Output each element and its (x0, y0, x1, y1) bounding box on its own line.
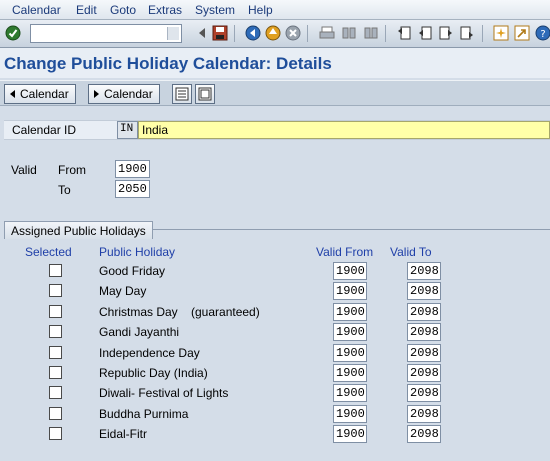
cancel-icon[interactable] (284, 24, 302, 42)
holiday-valid-to-field[interactable]: 2098 (407, 425, 441, 443)
enter-icon[interactable] (4, 24, 22, 42)
right-arrow-icon (94, 90, 99, 98)
holiday-valid-from-field[interactable]: 1900 (333, 323, 367, 341)
holiday-name: Good Friday (99, 264, 166, 278)
holiday-select-checkbox[interactable] (49, 325, 62, 338)
shortcut-icon[interactable] (513, 24, 531, 42)
holiday-name: Gandi Jayanthi (99, 325, 180, 339)
holiday-valid-from-field[interactable]: 1900 (333, 405, 367, 423)
holiday-select-checkbox[interactable] (49, 366, 62, 379)
menu-help[interactable]: Help (248, 3, 273, 17)
back-icon[interactable] (244, 24, 262, 42)
holiday-valid-to-field[interactable]: 2098 (407, 303, 441, 321)
svg-text:?: ? (540, 29, 545, 40)
calendar-id-label: Calendar ID (12, 123, 77, 137)
previous-calendar-label: Calendar (20, 87, 69, 101)
help-icon[interactable]: ? (534, 24, 550, 42)
holiday-valid-from-field[interactable]: 1900 (333, 262, 367, 280)
holiday-select-checkbox[interactable] (49, 407, 62, 420)
holiday-name: Buddha Purnima (99, 407, 189, 421)
holiday-name: Christmas Day (guaranteed) (99, 305, 260, 319)
holiday-valid-to-field[interactable]: 2098 (407, 405, 441, 423)
calendar-id-field[interactable]: IN (117, 121, 138, 139)
holiday-valid-to-field[interactable]: 2098 (407, 344, 441, 362)
page-title: Change Public Holiday Calendar: Details (4, 54, 332, 73)
holiday-name: Republic Day (India) (99, 366, 208, 380)
holiday-select-checkbox[interactable] (49, 284, 62, 297)
holiday-name: Independence Day (99, 346, 200, 360)
holiday-select-checkbox[interactable] (49, 264, 62, 277)
holiday-column-header: Public Holiday (99, 245, 176, 259)
to-label: To (58, 183, 71, 197)
menu-extras[interactable]: Extras (148, 3, 182, 17)
last-page-icon[interactable] (458, 24, 476, 42)
holiday-name: Diwali- Festival of Lights (99, 386, 229, 400)
group-title: Assigned Public Holidays (4, 221, 153, 239)
command-field[interactable] (30, 24, 182, 43)
holiday-valid-from-field[interactable]: 1900 (333, 344, 367, 362)
standard-toolbar: ? (0, 20, 550, 48)
create-session-icon[interactable] (492, 24, 510, 42)
holiday-valid-to-field[interactable]: 2098 (407, 262, 441, 280)
valid-from-column-header: Valid From (316, 245, 374, 259)
print-icon[interactable] (318, 24, 336, 42)
next-page-icon[interactable] (437, 24, 455, 42)
calendar-name-field[interactable]: India (138, 121, 550, 139)
holiday-valid-from-field[interactable]: 1900 (333, 364, 367, 382)
next-calendar-label: Calendar (104, 87, 153, 101)
holiday-select-checkbox[interactable] (49, 346, 62, 359)
menu-bar: Calendar Edit Goto Extras System Help (0, 0, 550, 20)
holiday-select-checkbox[interactable] (49, 305, 62, 318)
valid-from-field[interactable]: 1900 (115, 160, 150, 178)
first-page-icon[interactable] (395, 24, 413, 42)
valid-label: Valid (11, 163, 37, 177)
holiday-name: Eidal-Fitr (99, 427, 148, 441)
holiday-select-checkbox[interactable] (49, 386, 62, 399)
holiday-valid-to-field[interactable]: 2098 (407, 364, 441, 382)
holiday-valid-from-field[interactable]: 1900 (333, 282, 367, 300)
find-icon[interactable] (340, 24, 358, 42)
valid-to-column-header: Valid To (390, 245, 432, 259)
valid-to-field[interactable]: 2050 (115, 180, 150, 198)
menu-calendar[interactable]: Calendar (12, 3, 61, 17)
find-next-icon[interactable] (362, 24, 380, 42)
menu-goto[interactable]: Goto (110, 3, 136, 17)
previous-calendar-button[interactable]: Calendar (4, 84, 76, 104)
save-icon[interactable] (211, 24, 229, 42)
application-toolbar: Calendar Calendar (0, 80, 550, 106)
holiday-valid-from-field[interactable]: 1900 (333, 425, 367, 443)
next-calendar-button[interactable]: Calendar (88, 84, 160, 104)
holiday-valid-to-field[interactable]: 2098 (407, 384, 441, 402)
select-all-icon[interactable] (172, 84, 192, 104)
holiday-select-checkbox[interactable] (49, 427, 62, 440)
assigned-holidays-group (4, 229, 550, 461)
holiday-name: May Day (99, 284, 147, 298)
holiday-valid-to-field[interactable]: 2098 (407, 323, 441, 341)
holiday-valid-to-field[interactable]: 2098 (407, 282, 441, 300)
command-dropdown-icon[interactable] (167, 27, 179, 40)
left-arrow-icon (10, 90, 15, 98)
selected-column-header: Selected (25, 245, 72, 259)
holiday-valid-from-field[interactable]: 1900 (333, 384, 367, 402)
previous-page-icon[interactable] (416, 24, 434, 42)
holiday-valid-from-field[interactable]: 1900 (333, 303, 367, 321)
menu-edit[interactable]: Edit (76, 3, 97, 17)
exit-icon[interactable] (264, 24, 282, 42)
back-arrow-icon[interactable] (193, 24, 211, 42)
from-label: From (58, 163, 86, 177)
deselect-all-icon[interactable] (195, 84, 215, 104)
menu-system[interactable]: System (195, 3, 235, 17)
